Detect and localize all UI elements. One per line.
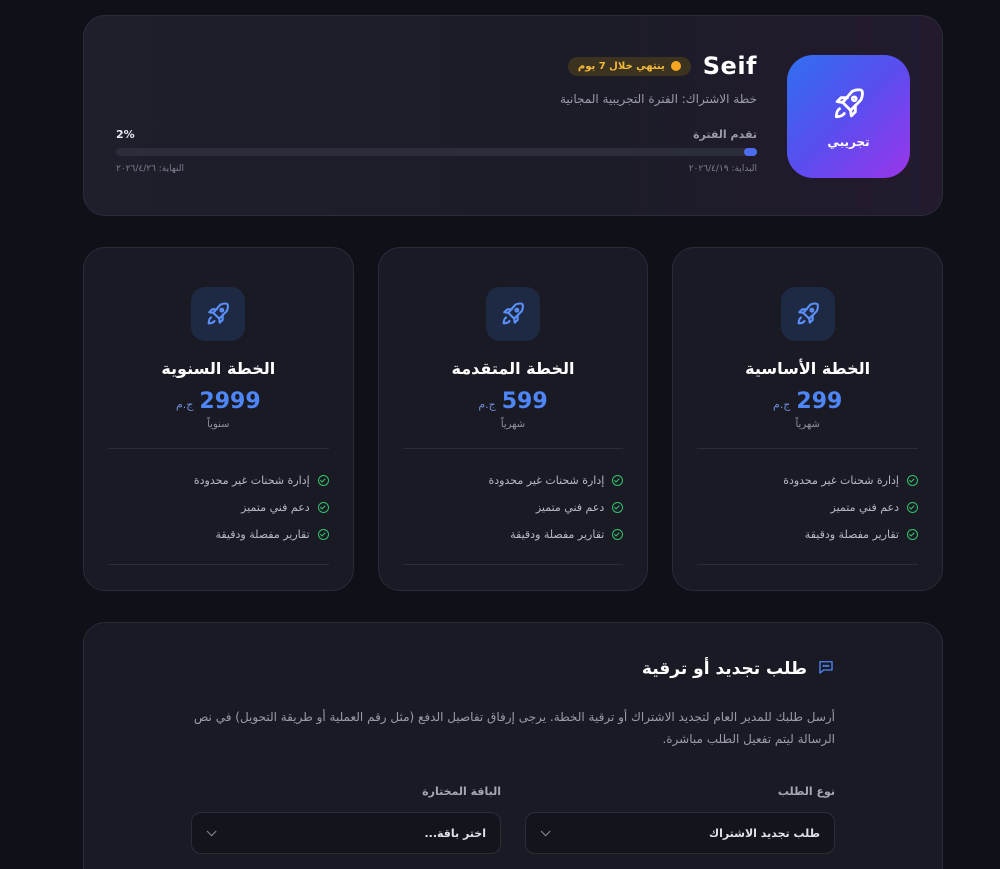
plan-price: 299 — [796, 389, 843, 414]
package-label: الباقة المختارة — [422, 785, 501, 798]
plan-card-basic[interactable]: الخطة الأساسية 299 ج.م شهرياً إدارة شحنا… — [672, 247, 943, 591]
check-icon — [907, 475, 918, 486]
rocket-icon — [780, 287, 835, 341]
request-type-label: نوع الطلب — [777, 785, 835, 798]
check-icon — [907, 529, 918, 540]
check-icon — [612, 502, 624, 513]
plan-period: شهرياً — [500, 419, 526, 430]
plan-card-advanced[interactable]: الخطة المتقدمة 599 ج.م شهرياً إدارة شحنا… — [377, 247, 649, 591]
plan-line: خطة الاشتراك: الفترة التجريبية المجانية — [559, 92, 757, 106]
check-icon — [907, 502, 918, 513]
feature-item: دعم فني متميز — [108, 494, 329, 521]
feature-item: إدارة شحنات غير محدودة — [108, 467, 329, 494]
feature-item: دعم فني متميز — [697, 494, 918, 521]
check-icon — [317, 502, 329, 513]
plan-badge: تجريبي — [787, 55, 910, 178]
plan-title: الخطة المتقدمة — [451, 359, 575, 378]
check-icon — [612, 529, 624, 540]
divider — [697, 564, 918, 565]
rocket-icon — [486, 287, 540, 341]
feature-item: إدارة شحنات غير محدودة — [697, 467, 918, 494]
check-icon — [612, 475, 624, 486]
rocket-icon — [191, 287, 246, 341]
user-name: Seif — [702, 52, 757, 80]
plan-price: 599 — [501, 389, 548, 414]
subscription-card: تجريبي Seif ينتهي خلال 7 يوم خطة الاشترا… — [83, 15, 943, 216]
divider — [107, 564, 329, 565]
feature-list: إدارة شحنات غير محدودة دعم فني متميز تقا… — [84, 449, 353, 548]
plan-period: شهرياً — [795, 419, 820, 430]
progress-fill — [744, 148, 757, 156]
chevron-down-icon — [540, 825, 551, 836]
rocket-icon — [830, 85, 868, 127]
feature-item: تقارير مفصلة ودقيقة — [403, 521, 624, 548]
chat-icon — [817, 658, 835, 680]
feature-list: إدارة شحنات غير محدودة دعم فني متميز تقا… — [379, 449, 648, 548]
request-type-field: نوع الطلب طلب تجديد الاشتراك — [525, 785, 835, 854]
check-icon — [317, 529, 329, 540]
feature-item: تقارير مفصلة ودقيقة — [108, 521, 329, 548]
feature-item: تقارير مفصلة ودقيقة — [697, 521, 918, 548]
clock-icon — [670, 61, 681, 71]
package-placeholder: اختر باقة... — [424, 826, 486, 840]
plan-title: الخطة الأساسية — [745, 359, 871, 378]
start-date: البداية: ٢٠٢٦/٤/١٩ — [688, 164, 757, 174]
plans-list: الخطة الأساسية 299 ج.م شهرياً إدارة شحنا… — [82, 247, 943, 591]
progress-label: تقدم الفترة — [693, 128, 757, 141]
request-description: أرسل طلبك للمدير العام لتجديد الاشتراك أ… — [193, 710, 835, 746]
feature-list: إدارة شحنات غير محدودة دعم فني متميز تقا… — [673, 449, 942, 548]
plan-currency: ج.م — [176, 398, 194, 411]
check-icon — [317, 475, 329, 486]
plan-currency: ج.م — [772, 398, 791, 411]
chevron-down-icon — [206, 825, 217, 836]
plan-card-annual[interactable]: الخطة السنوية 2999 ج.م سنوياً إدارة شحنا… — [82, 247, 354, 591]
request-card: طلب تجديد أو ترقية أرسل طلبك للمدير العا… — [83, 622, 943, 869]
progress-percent: 2% — [116, 128, 135, 141]
feature-item: إدارة شحنات غير محدودة — [403, 467, 624, 494]
request-type-value: طلب تجديد الاشتراك — [708, 826, 820, 840]
divider — [402, 564, 624, 565]
plan-price: 2999 — [199, 389, 261, 414]
end-date: النهاية: ٢٠٢٦/٤/٢٦ — [116, 164, 184, 174]
expiry-badge: ينتهي خلال 7 يوم — [567, 56, 691, 76]
plan-badge-label: تجريبي — [827, 134, 870, 149]
request-title: طلب تجديد أو ترقية — [641, 659, 807, 679]
plan-title: الخطة السنوية — [161, 359, 276, 378]
plan-period: سنوياً — [207, 419, 230, 430]
feature-item: دعم فني متميز — [403, 494, 624, 521]
package-select[interactable]: اختر باقة... — [191, 812, 501, 854]
expiry-text: ينتهي خلال 7 يوم — [577, 60, 665, 72]
plan-currency: ج.م — [478, 398, 496, 411]
request-type-select[interactable]: طلب تجديد الاشتراك — [525, 812, 835, 854]
progress-bar — [116, 148, 757, 156]
package-field: الباقة المختارة اختر باقة... — [191, 785, 501, 854]
